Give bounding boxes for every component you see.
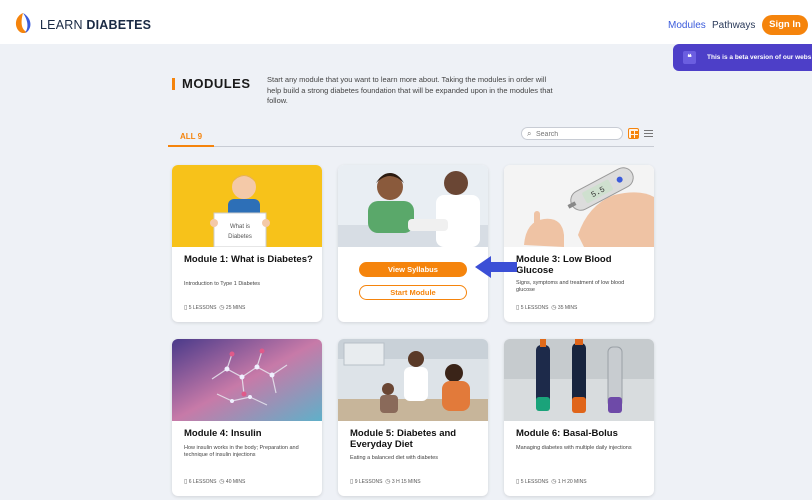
- module-1-image: What is Diabetes: [172, 165, 322, 247]
- book-icon: ▯: [516, 305, 520, 311]
- clock-icon: ◷: [219, 479, 225, 485]
- module-meta: ▯ 5 LESSONS ◷ 35 MINS: [516, 304, 577, 311]
- svg-text:What is: What is: [230, 224, 250, 230]
- module-card-5[interactable]: Module 5: Diabetes and Everyday Diet Eat…: [338, 339, 488, 496]
- module-title[interactable]: Module 5: Diabetes and Everyday Diet: [350, 428, 480, 450]
- page-description: Start any module that you want to learn …: [267, 75, 553, 105]
- module-meta: ▯ 6 LESSONS ◷ 40 MINS: [184, 478, 245, 485]
- book-icon: ▯: [184, 479, 188, 485]
- tab-active-underline: [168, 145, 214, 147]
- search-icon: ⌕: [527, 129, 532, 138]
- module-lessons: 5 LESSONS: [188, 305, 217, 311]
- start-module-button[interactable]: Start Module: [359, 285, 467, 300]
- module-description: Managing diabetes with multiple daily in…: [516, 445, 632, 451]
- view-syllabus-button[interactable]: View Syllabus: [359, 262, 467, 277]
- module-6-image: [504, 339, 654, 421]
- module-meta: ▯ 9 LESSONS ◷ 3 H 15 MINS: [350, 478, 421, 485]
- brand-name[interactable]: LEARN DIABETES: [40, 18, 151, 32]
- module-duration: 40 MINS: [225, 479, 246, 485]
- module-3-image: 5.5: [504, 165, 654, 247]
- chat-icon: ❝: [683, 51, 696, 64]
- module-lessons: 5 LESSONS: [520, 305, 549, 311]
- grid-view-icon[interactable]: [628, 128, 639, 139]
- nav-modules-link[interactable]: Modules: [668, 20, 706, 31]
- brand-bold-text: DIABETES: [86, 18, 152, 32]
- book-icon: ▯: [350, 479, 354, 485]
- clock-icon: ◷: [551, 305, 557, 311]
- module-card-3[interactable]: 5.5 Module 3: Low Blood Glucose Signs, s…: [504, 165, 654, 322]
- module-2-image: [338, 165, 488, 247]
- top-header: LEARN DIABETES Modules Pathways Sign In: [0, 0, 812, 44]
- module-card-4[interactable]: Module 4: Insulin How insulin works in t…: [172, 339, 322, 496]
- clock-icon: ◷: [219, 305, 225, 311]
- module-title[interactable]: Module 1: What is Diabetes?: [184, 254, 314, 266]
- brand-light-text: LEARN: [40, 18, 83, 32]
- module-lessons: 5 LESSONS: [520, 479, 549, 485]
- pointer-arrow-icon: [475, 256, 517, 278]
- beta-banner-text: This is a beta version of our webs: [707, 54, 812, 61]
- search-input[interactable]: [536, 129, 620, 139]
- title-accent-bar: [172, 78, 175, 90]
- module-duration: 25 MINS: [225, 305, 246, 311]
- clock-icon: ◷: [385, 479, 391, 485]
- module-duration: 3 H 15 MINS: [391, 479, 421, 485]
- sign-in-button[interactable]: Sign In: [762, 15, 808, 35]
- module-card-6[interactable]: Module 6: Basal-Bolus Managing diabetes …: [504, 339, 654, 496]
- module-title[interactable]: Module 6: Basal-Bolus: [516, 428, 646, 440]
- list-view-icon[interactable]: [643, 128, 654, 139]
- module-duration: 35 MINS: [557, 305, 578, 311]
- module-4-image: [172, 339, 322, 421]
- book-icon: ▯: [184, 305, 188, 311]
- clock-icon: ◷: [551, 479, 557, 485]
- page-title: MODULES: [182, 76, 251, 91]
- module-card-2[interactable]: View Syllabus Start Module: [338, 165, 488, 322]
- module-description: How insulin works in the body; Preparati…: [184, 445, 299, 458]
- tabs-divider: [168, 146, 654, 147]
- book-icon: ▯: [516, 479, 520, 485]
- module-meta: ▯ 5 LESSONS ◷ 1 H 20 MINS: [516, 478, 587, 485]
- tab-all[interactable]: ALL 9: [180, 132, 202, 141]
- module-5-image: [338, 339, 488, 421]
- module-lessons: 9 LESSONS: [354, 479, 383, 485]
- svg-text:Diabetes: Diabetes: [228, 234, 252, 240]
- module-description: Eating a balanced diet with diabetes: [350, 455, 439, 461]
- nav-pathways-link[interactable]: Pathways: [712, 20, 755, 31]
- module-description: Introduction to Type 1 Diabetes: [184, 281, 261, 287]
- module-lessons: 6 LESSONS: [188, 479, 217, 485]
- beta-banner[interactable]: ❝ This is a beta version of our webs: [673, 44, 812, 71]
- module-duration: 1 H 20 MINS: [557, 479, 587, 485]
- module-meta: ▯ 5 LESSONS ◷ 25 MINS: [184, 304, 245, 311]
- module-title[interactable]: Module 3: Low Blood Glucose: [516, 254, 646, 276]
- module-title[interactable]: Module 4: Insulin: [184, 428, 314, 440]
- search-box[interactable]: ⌕: [521, 127, 623, 140]
- module-card-1[interactable]: What is Diabetes Module 1: What is Diabe…: [172, 165, 322, 322]
- module-description: Signs, symptoms and treatment of low blo…: [516, 280, 625, 293]
- learn-diabetes-logo-icon[interactable]: [12, 12, 34, 34]
